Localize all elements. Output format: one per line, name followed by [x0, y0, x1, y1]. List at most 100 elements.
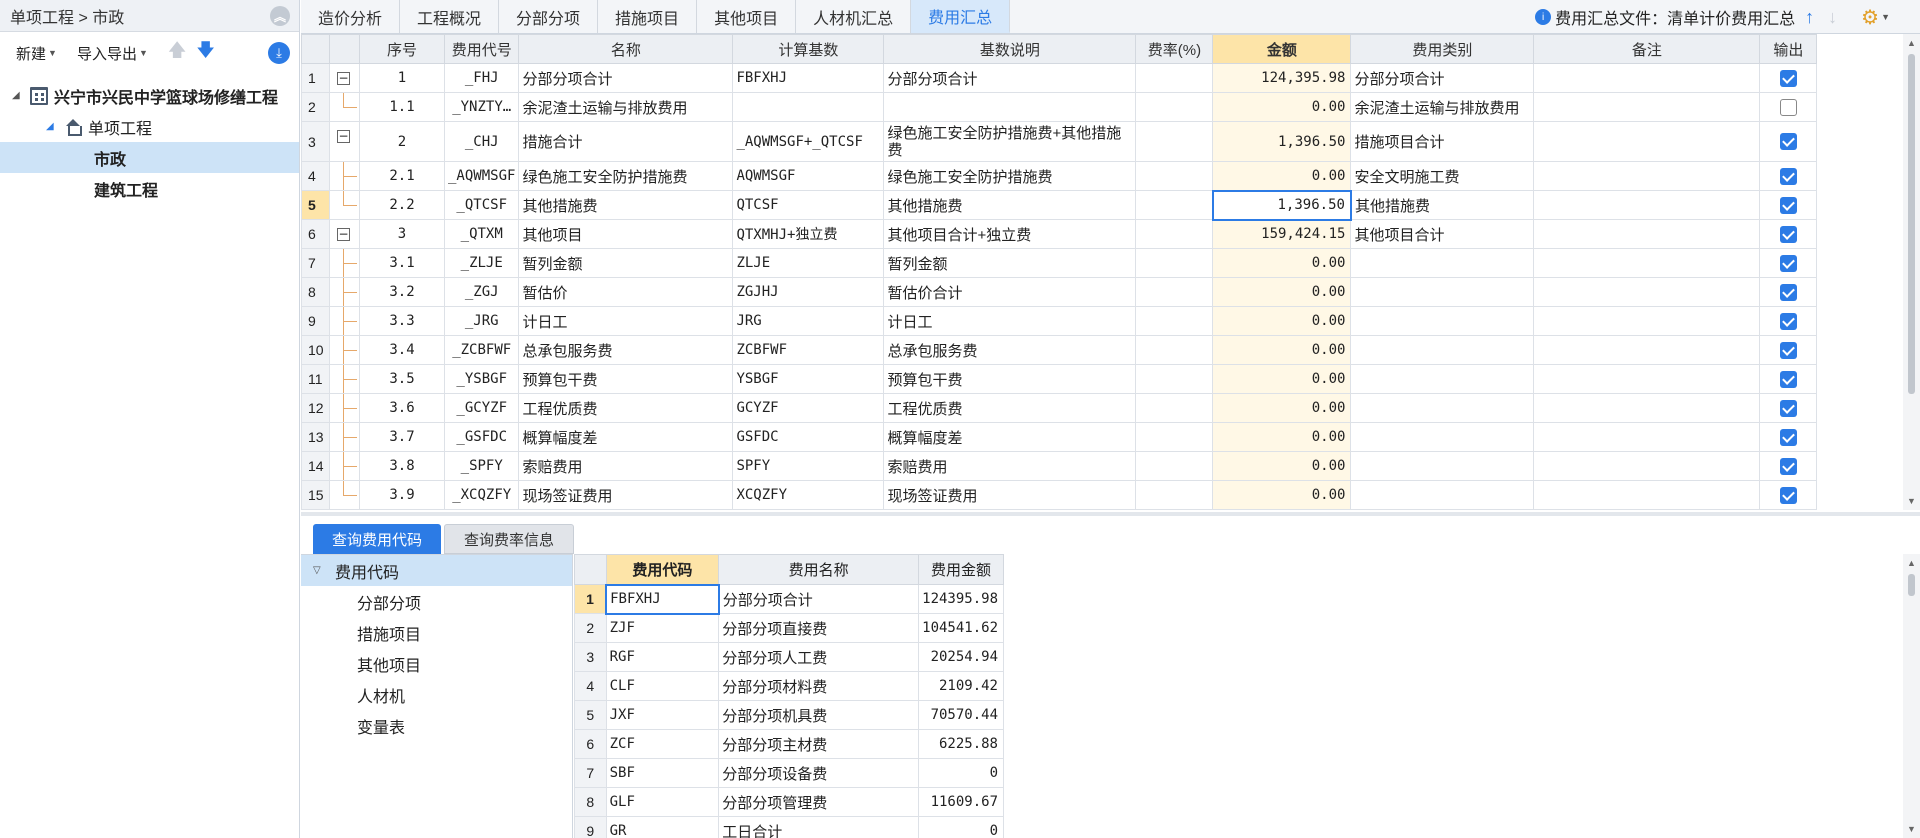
output-cell[interactable] [1759, 121, 1818, 162]
amount-cell[interactable]: 159,424.15 [1212, 219, 1352, 249]
output-checkbox[interactable] [1779, 457, 1797, 475]
name-cell[interactable]: 总承包服务费 [518, 335, 734, 365]
name-cell[interactable]: 现场签证费用 [518, 480, 734, 510]
name-cell[interactable]: 绿色施工安全防护措施费 [518, 161, 734, 191]
settings-icon[interactable]: ⚙ [1861, 5, 1879, 30]
name-cell[interactable]: 暂列金额 [518, 248, 734, 278]
cost-amount-cell[interactable]: 124395.98 [918, 584, 1004, 614]
output-cell[interactable] [1759, 219, 1818, 249]
header-rate[interactable]: 费率(%) [1135, 34, 1214, 64]
rate-cell[interactable] [1135, 451, 1214, 481]
cost-amount-cell[interactable]: 6225.88 [918, 729, 1004, 759]
cost-name-cell[interactable]: 分部分项主材费 [718, 729, 920, 759]
scroll-down-icon[interactable]: ▼ [1907, 824, 1916, 834]
table-row[interactable]: 4 2.1 _AQWMSGF 绿色施工安全防护措施费 AQWMSGF 绿色施工安全防护措施… [301, 161, 1818, 191]
seq-cell[interactable]: 2.2 [359, 190, 445, 220]
table-row[interactable]: 2 ZJF 分部分项直接费 104541.62 [574, 613, 1004, 643]
rate-cell[interactable] [1135, 92, 1214, 122]
cost-name-cell[interactable]: 分部分项直接费 [718, 613, 920, 643]
code-cell[interactable]: _GSFDC [443, 422, 520, 452]
seq-cell[interactable]: 3.8 [359, 451, 445, 481]
table-row[interactable]: 11 3.5 _YSBGF 预算包干费 YSBGF 预算包干费 0.00 [301, 364, 1818, 394]
tab-measures[interactable]: 措施项目 [598, 0, 698, 33]
category-cell[interactable]: 其他措施费 [1350, 190, 1535, 220]
seq-cell[interactable]: 2.1 [359, 161, 445, 191]
collapse-minus-icon[interactable]: − [337, 130, 350, 143]
scroll-thumb[interactable] [1908, 54, 1915, 394]
code-cell[interactable]: _AQWMSGF [443, 161, 520, 191]
table-row[interactable]: 6−3 _QTXM 其他项目 QTXMHJ+独立费 其他项目合计+独立费 159,424.… [301, 219, 1818, 249]
name-cell[interactable]: 概算幅度差 [518, 422, 734, 452]
base-cell[interactable]: GSFDC [732, 422, 885, 452]
cost-code-cell[interactable]: FBFXHJ [605, 583, 720, 615]
output-cell[interactable] [1759, 190, 1818, 220]
table-row[interactable]: 13 3.7 _GSFDC 概算幅度差 GSFDC 概算幅度差 0.00 [301, 422, 1818, 452]
tab-labor-material-summary[interactable]: 人材机汇总 [796, 0, 912, 33]
seq-cell[interactable]: 3.7 [359, 422, 445, 452]
name-cell[interactable]: 计日工 [518, 306, 734, 336]
table-row[interactable]: 1−1 _FHJ 分部分项合计 FBFXHJ 分部分项合计 124,395.98 分部分项合… [301, 63, 1818, 93]
tab-query-cost-code[interactable]: 查询费用代码 [313, 524, 442, 554]
cost-code-cell[interactable]: RGF [605, 642, 720, 672]
table-row[interactable]: 9 GR 工日合计 0 [574, 816, 1004, 838]
seq-cell[interactable]: 1.1 [359, 92, 445, 122]
table-row[interactable]: 3 RGF 分部分项人工费 20254.94 [574, 642, 1004, 672]
base-desc-cell[interactable]: 绿色施工安全防护措施费+其他措施费 [883, 121, 1137, 162]
category-cell[interactable]: 其他项目合计 [1350, 219, 1535, 249]
cost-amount-cell[interactable]: 70570.44 [918, 700, 1004, 730]
output-cell[interactable] [1759, 92, 1818, 122]
seq-cell[interactable]: 3.3 [359, 306, 445, 336]
note-cell[interactable] [1533, 248, 1761, 278]
row-number[interactable]: 2 [301, 92, 330, 122]
header-output[interactable]: 输出 [1759, 34, 1818, 64]
rate-cell[interactable] [1135, 393, 1214, 423]
output-checkbox[interactable] [1779, 225, 1797, 243]
header-name[interactable]: 名称 [518, 34, 734, 64]
seq-cell[interactable]: 3.5 [359, 364, 445, 394]
output-checkbox[interactable] [1779, 98, 1797, 116]
output-checkbox[interactable] [1779, 167, 1797, 185]
category-cell[interactable] [1350, 422, 1535, 452]
row-number[interactable]: 1 [574, 584, 607, 614]
cost-code-cell[interactable]: GLF [605, 787, 720, 817]
table-row[interactable]: 4 CLF 分部分项材料费 2109.42 [574, 671, 1004, 701]
bottom-scrollbar[interactable]: ▲ ▼ [1903, 554, 1920, 838]
table-row[interactable]: 3−2 _CHJ 措施合计 _AQWMSGF+_QTCSF 绿色施工安全防护措施费+其他… [301, 121, 1818, 162]
scroll-thumb[interactable] [1908, 574, 1915, 596]
seq-cell[interactable]: 1 [359, 63, 445, 93]
table-row[interactable]: 9 3.3 _JRG 计日工 JRG 计日工 0.00 [301, 306, 1818, 336]
row-number[interactable]: 15 [301, 480, 330, 510]
rate-cell[interactable] [1135, 422, 1214, 452]
rate-cell[interactable] [1135, 63, 1214, 93]
base-desc-cell[interactable]: 分部分项合计 [883, 63, 1137, 93]
code-cell[interactable]: _YSBGF [443, 364, 520, 394]
amount-cell[interactable]: 0.00 [1212, 161, 1352, 191]
seq-cell[interactable]: 3.9 [359, 480, 445, 510]
row-number[interactable]: 13 [301, 422, 330, 452]
output-checkbox[interactable] [1779, 254, 1797, 272]
table-row[interactable]: 10 3.4 _ZCBFWF 总承包服务费 ZCBFWF 总承包服务费 0.00 [301, 335, 1818, 365]
collapse-minus-icon[interactable]: − [337, 228, 350, 241]
cost-amount-cell[interactable]: 11609.67 [918, 787, 1004, 817]
output-checkbox[interactable] [1779, 312, 1797, 330]
note-cell[interactable] [1533, 219, 1761, 249]
code-cell[interactable]: _ZGJ [443, 277, 520, 307]
output-cell[interactable] [1759, 277, 1818, 307]
note-cell[interactable] [1533, 277, 1761, 307]
move-up-arrow-icon[interactable]: 🡅 [168, 38, 187, 68]
base-cell[interactable]: QTXMHJ+独立费 [732, 219, 885, 249]
collapse-double-chevron-icon[interactable]: ︽ [270, 6, 290, 26]
amount-cell[interactable]: 0.00 [1212, 277, 1352, 307]
amount-cell[interactable]: 1,396.50 [1212, 121, 1352, 162]
table-row[interactable]: 14 3.8 _SPFY 索赔费用 SPFY 索赔费用 0.00 [301, 451, 1818, 481]
output-cell[interactable] [1759, 422, 1818, 452]
code-tree-item-sub-items[interactable]: 分部分项 [301, 586, 572, 617]
tab-sub-items[interactable]: 分部分项 [499, 0, 599, 33]
expand-triangle-icon[interactable]: ▽ [313, 565, 327, 576]
header-note[interactable]: 备注 [1533, 34, 1761, 64]
seq-cell[interactable]: 2 [359, 121, 445, 162]
import-export-menu-button[interactable]: 导入导出 ▼ [77, 43, 148, 64]
amount-cell[interactable]: 0.00 [1212, 248, 1352, 278]
amount-cell[interactable]: 0.00 [1212, 92, 1352, 122]
table-row[interactable]: 2 1.1 _YNZTY… 余泥渣土运输与排放费用 0.00 余泥渣土运输与排放费用 [301, 92, 1818, 122]
